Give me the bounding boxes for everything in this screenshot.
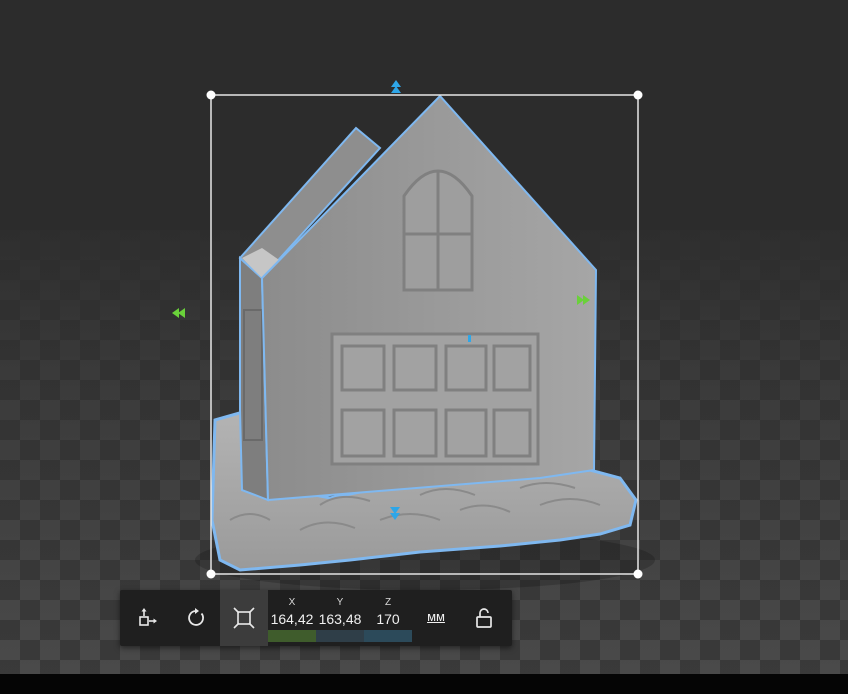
- move-tool-button[interactable]: [124, 590, 172, 646]
- rotate-tool-button[interactable]: [172, 590, 220, 646]
- house-model[interactable]: [210, 94, 638, 572]
- bottom-bar: [0, 674, 848, 694]
- scale-tool-button[interactable]: [220, 590, 268, 646]
- corner-handle-top-left[interactable]: [206, 90, 216, 100]
- y-axis-indicator: [316, 630, 364, 642]
- scale-y-field: Y: [316, 590, 364, 646]
- scale-x-field: X: [268, 590, 316, 646]
- scale-handle-top-icon[interactable]: [391, 80, 401, 93]
- y-axis-label: Y: [336, 597, 344, 608]
- y-size-input[interactable]: [316, 611, 364, 627]
- scale-tool-icon: [233, 607, 255, 629]
- z-axis-indicator: [364, 630, 412, 642]
- transform-toolbar: X Y Z мм: [120, 590, 512, 646]
- x-axis-label: X: [288, 597, 296, 608]
- corner-handle-top-right[interactable]: [633, 90, 643, 100]
- z-axis-label: Z: [384, 597, 392, 608]
- unlocked-padlock-icon: [476, 608, 492, 628]
- corner-handle-bottom-left[interactable]: [206, 569, 216, 579]
- move-tool-icon: [139, 608, 157, 626]
- rotate-tool-icon: [188, 608, 204, 626]
- lock-proportions-button[interactable]: [460, 590, 508, 646]
- center-handle-icon[interactable]: [468, 335, 471, 342]
- scale-z-field: Z: [364, 590, 412, 646]
- unit-selector[interactable]: мм: [422, 609, 450, 624]
- x-axis-indicator: [268, 630, 316, 642]
- x-size-input[interactable]: [268, 611, 316, 627]
- corner-handle-bottom-right[interactable]: [633, 569, 643, 579]
- z-size-input[interactable]: [364, 611, 412, 627]
